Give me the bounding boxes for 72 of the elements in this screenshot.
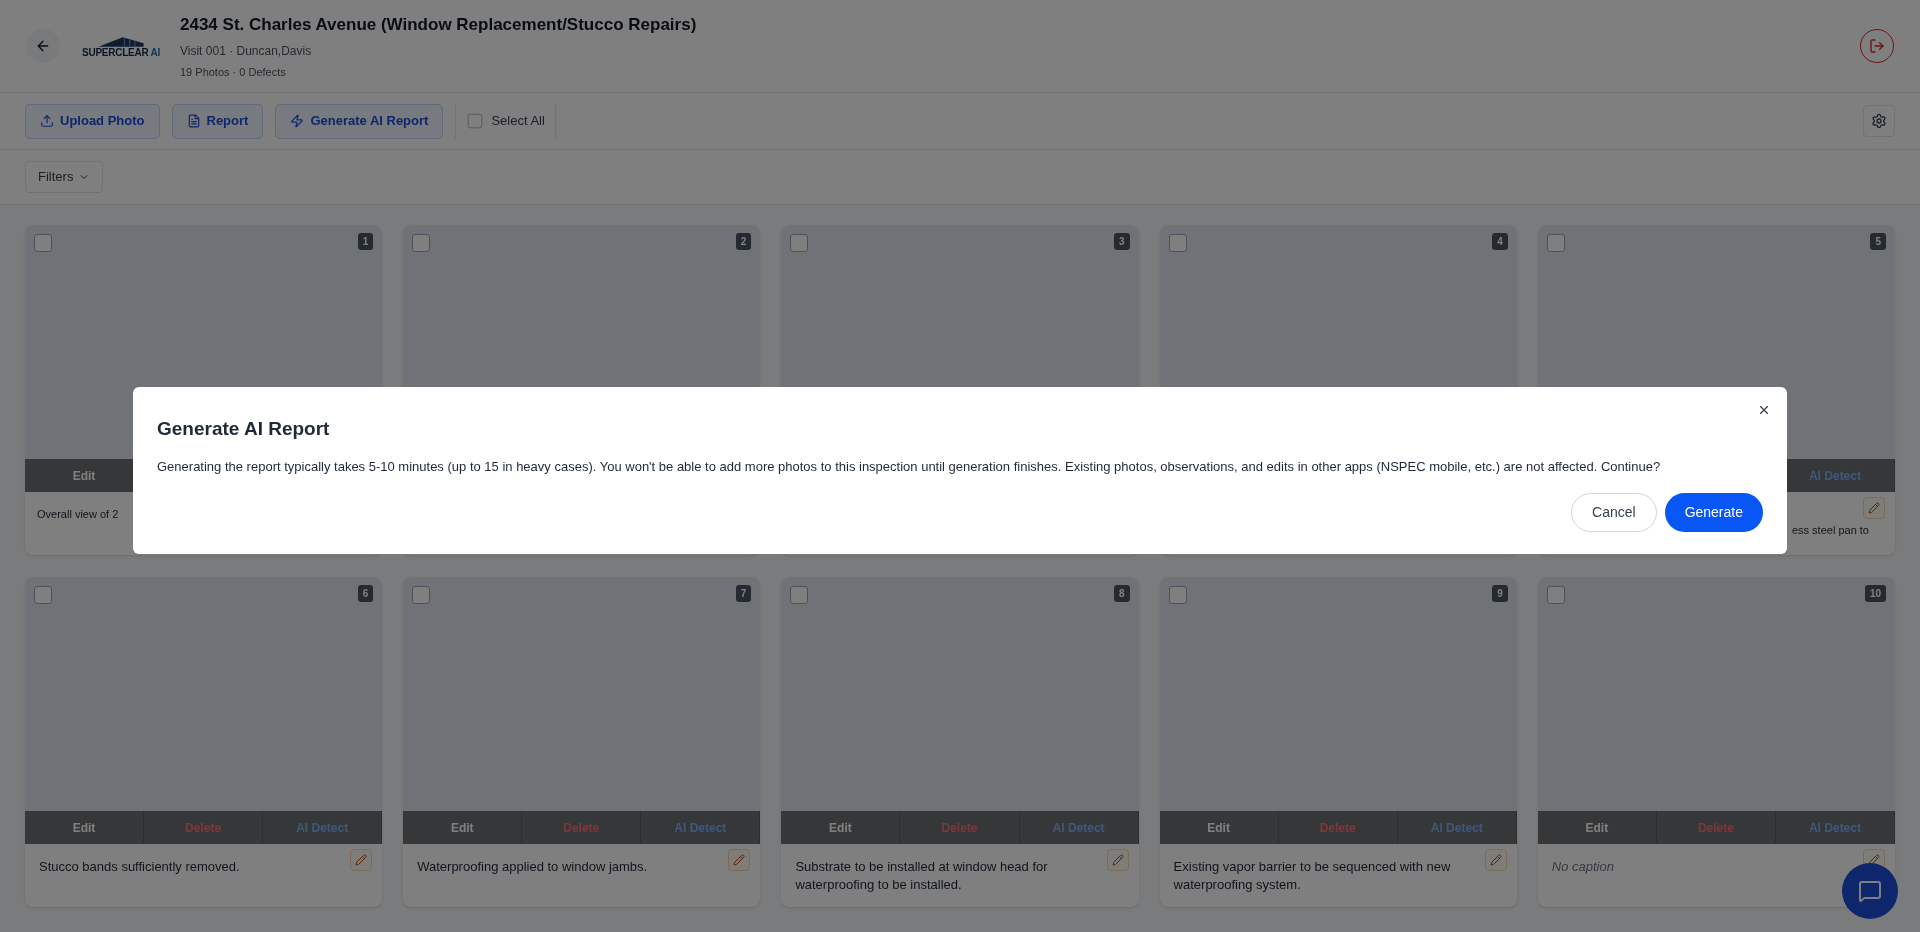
generate-button[interactable]: Generate AI Report xyxy=(275,103,444,139)
photo-caption: Overall view of 2 xyxy=(37,507,119,522)
cancel-button[interactable]: Cancel xyxy=(1571,492,1657,532)
photo-caption: Waterproofing applied to window jambs. xyxy=(417,858,649,876)
photo-stats: 19 Photos · 0 Defects xyxy=(180,64,287,80)
checkbox[interactable] xyxy=(1168,586,1187,604)
detect-button[interactable]: AI Detect xyxy=(263,811,383,844)
back-button[interactable] xyxy=(26,29,60,63)
visit-info: Visit 001 · Duncan,Davis xyxy=(180,42,313,60)
report-button[interactable]: Report xyxy=(171,103,264,139)
settings-button[interactable] xyxy=(1863,105,1895,137)
photo-number: 4 xyxy=(1492,233,1508,250)
checkbox[interactable] xyxy=(468,113,483,129)
photo-number: 5 xyxy=(1870,233,1886,250)
checkbox[interactable] xyxy=(1546,586,1565,604)
checkbox[interactable] xyxy=(412,234,431,252)
photo-caption: Substrate to be installed at window head for waterproofing to be installed. xyxy=(795,858,1049,894)
photo-caption: Stucco bands sufficiently removed. xyxy=(39,858,241,876)
checkbox[interactable] xyxy=(34,586,52,604)
generate-button[interactable]: Generate xyxy=(1664,492,1763,532)
back-icon xyxy=(35,38,51,54)
pencil-icon xyxy=(1868,854,1880,866)
edit-caption-button[interactable] xyxy=(728,849,751,871)
photo-caption: No caption xyxy=(1551,858,1615,876)
photo-number: 2 xyxy=(735,233,752,250)
chat-button[interactable] xyxy=(1842,863,1898,919)
photo-number: 8 xyxy=(1114,585,1130,602)
photo-number: 9 xyxy=(1492,585,1508,602)
select-all-label: Select All xyxy=(491,112,545,131)
upload-icon xyxy=(40,114,54,128)
chat-icon xyxy=(1858,879,1882,903)
edit-caption-button[interactable] xyxy=(1863,497,1885,519)
checkbox[interactable] xyxy=(412,586,431,604)
photo-number: 6 xyxy=(357,585,374,602)
dialog-title: Generate AI Report xyxy=(157,416,331,441)
edit-button[interactable]: Edit xyxy=(1537,811,1657,844)
pencil-icon xyxy=(733,854,746,866)
edit-button[interactable]: Edit xyxy=(403,811,523,844)
upload-button[interactable]: Upload Photo xyxy=(25,103,160,139)
checkbox[interactable] xyxy=(34,234,52,252)
settings-icon xyxy=(1871,113,1887,129)
pencil-icon xyxy=(1489,854,1502,866)
edit-caption-button[interactable] xyxy=(1484,849,1507,871)
edit-button[interactable]: Edit xyxy=(1159,811,1279,844)
detect-button[interactable]: AI Detect xyxy=(1397,811,1517,844)
pencil-icon xyxy=(1868,502,1880,514)
photo-number: 7 xyxy=(735,585,752,602)
photo-number: 1 xyxy=(357,233,374,250)
edit-caption-button[interactable] xyxy=(350,849,373,871)
logo: SUPERCLEAR AI xyxy=(80,34,162,58)
photo-caption: Existing vapor barrier to be sequenced with new waterproofing system. xyxy=(1173,858,1452,894)
pencil-icon xyxy=(1111,854,1124,866)
checkbox[interactable] xyxy=(790,586,809,604)
checkbox[interactable] xyxy=(1546,234,1565,252)
detect-button[interactable]: AI Detect xyxy=(1019,811,1139,844)
photo-caption: ess steel pan to xyxy=(1791,523,1869,538)
photo-number: 10 xyxy=(1864,585,1886,602)
checkbox[interactable] xyxy=(790,234,809,252)
checkbox[interactable] xyxy=(1168,234,1187,252)
photo-number: 3 xyxy=(1114,233,1130,250)
filters-dropdown[interactable]: Filters xyxy=(25,161,104,193)
pencil-icon xyxy=(355,854,368,866)
edit-button[interactable]: Edit xyxy=(25,811,145,844)
detect-button[interactable]: AI Detect xyxy=(641,811,761,844)
document-icon xyxy=(186,114,201,128)
detect-button[interactable]: AI Detect xyxy=(1775,811,1895,844)
inspection-title: 2434 St. Charles Avenue (Window Replacement/Stucco Repairs) xyxy=(180,14,697,36)
dialog-message: Generating the report typically takes 5-10 minutes (up to 15 in heavy cases). You won't be able to add more photos to this inspection until generation finishes. Existing photos, observations, and edits in other apps (NSPEC mobile, etc.) are not affected. Continue? xyxy=(157,458,1662,476)
edit-caption-button[interactable] xyxy=(1106,849,1129,871)
edit-button[interactable]: Edit xyxy=(781,811,901,844)
lightning-icon xyxy=(290,114,305,128)
logout-icon xyxy=(1869,38,1885,54)
